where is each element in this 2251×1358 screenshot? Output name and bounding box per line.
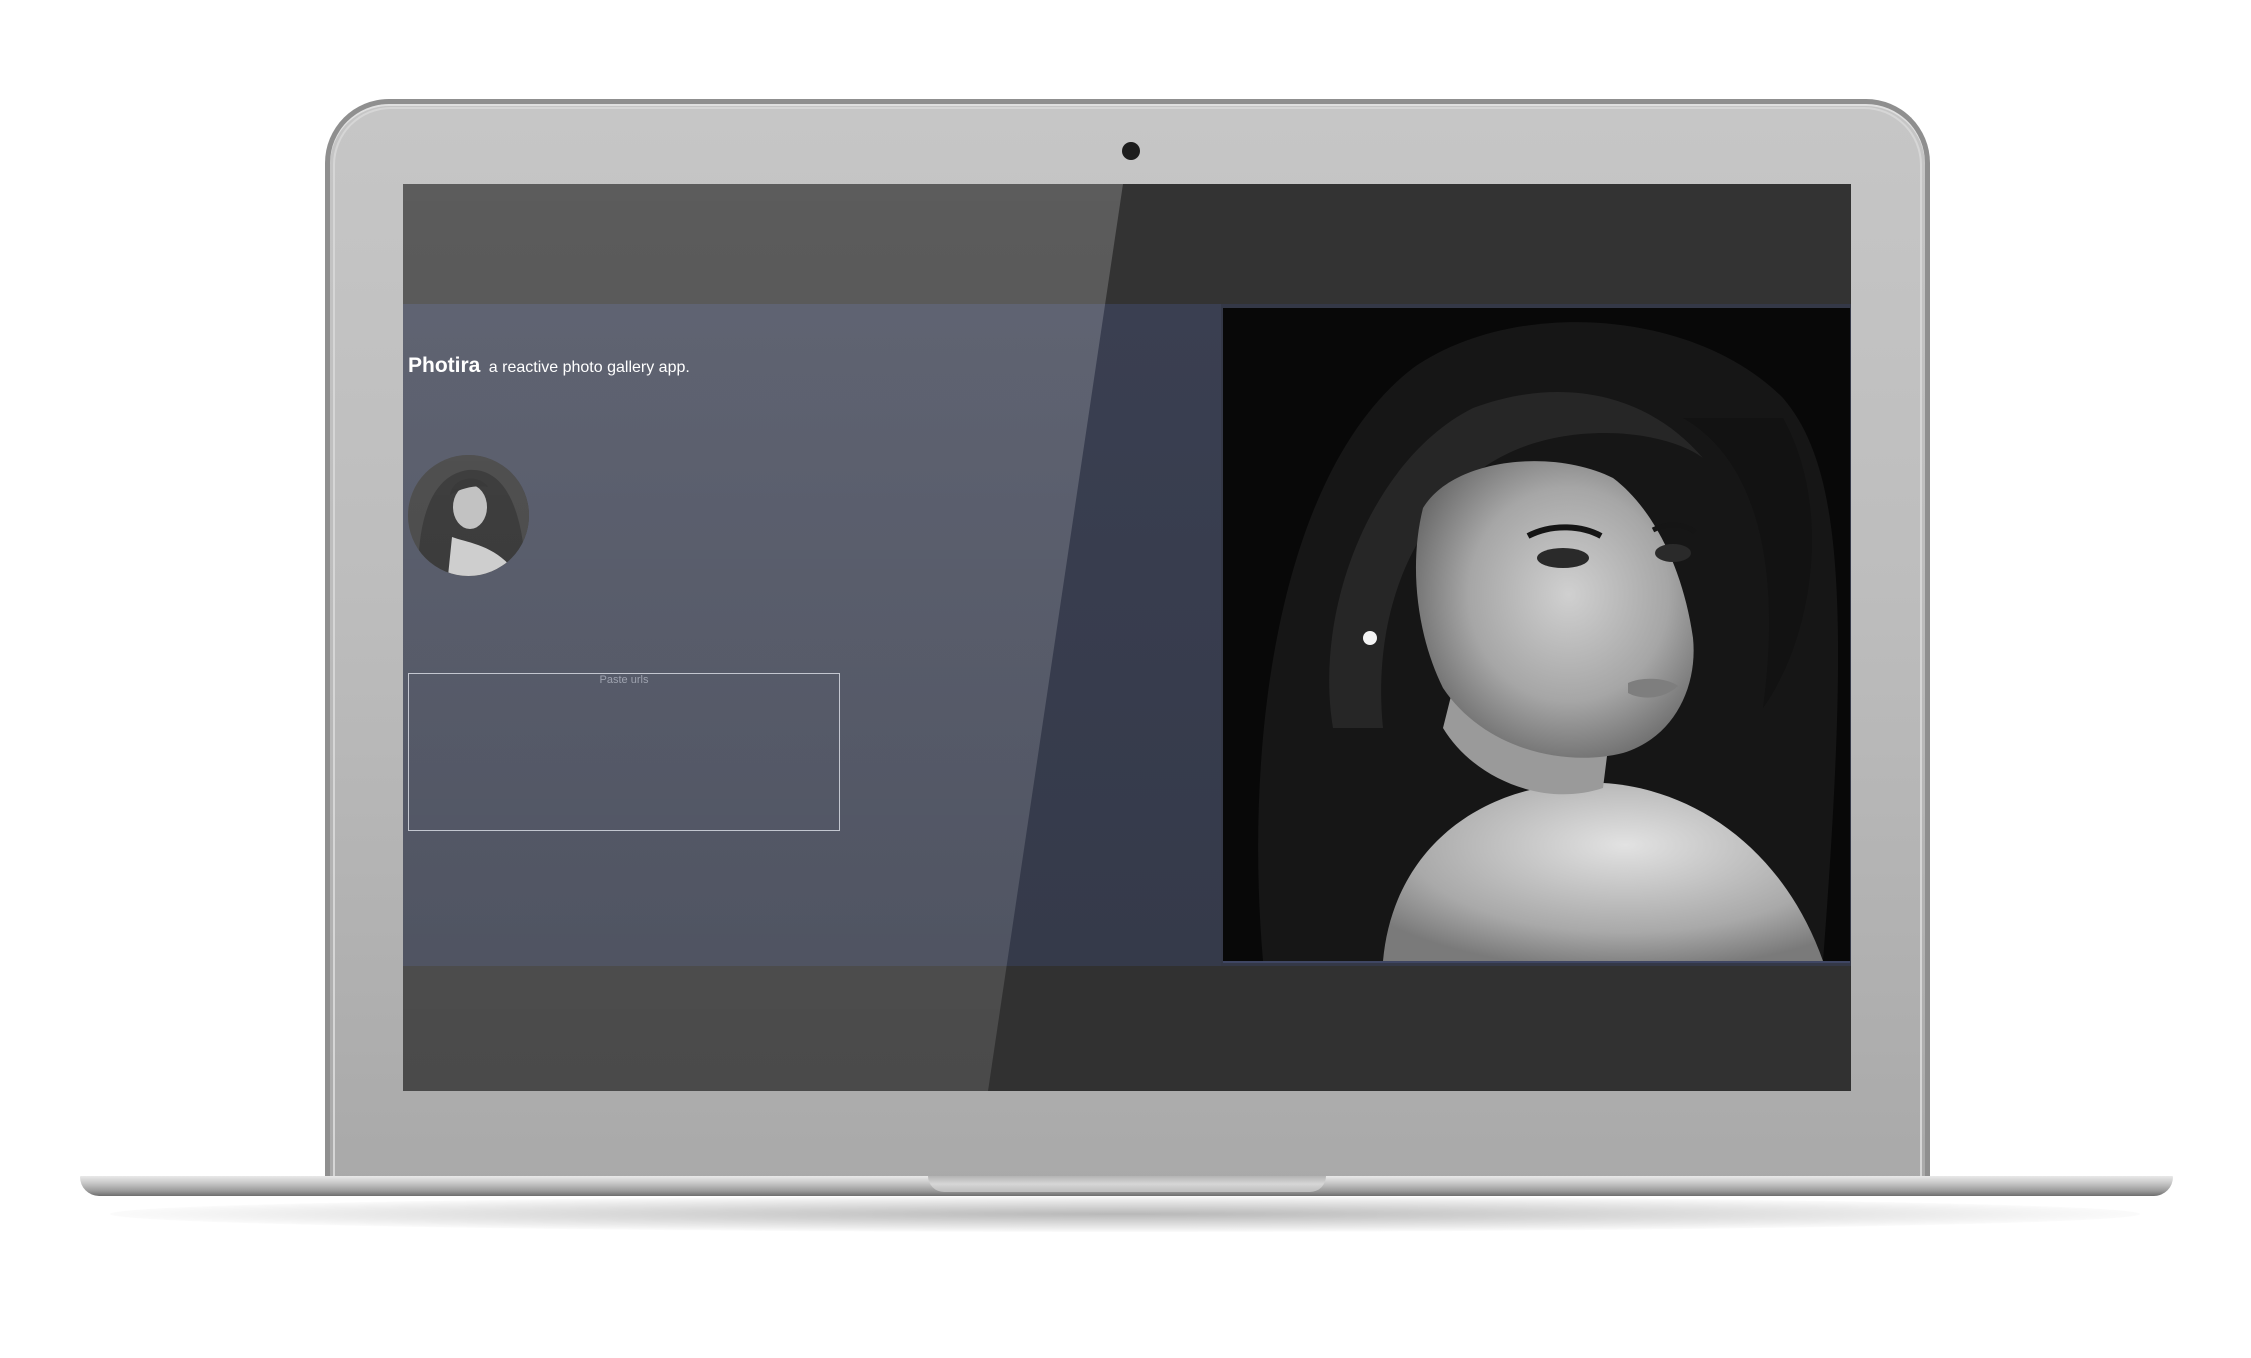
gallery-thumbnail[interactable]: [408, 455, 529, 576]
app-header: Photira a reactive photo gallery app.: [408, 354, 690, 378]
photo-viewer: [1223, 308, 1850, 963]
photira-app: Photira a reactive photo gallery app.: [403, 304, 1851, 966]
webcam-icon: [1122, 142, 1140, 160]
paste-urls-input[interactable]: [408, 673, 840, 831]
thumbnail-image: [408, 455, 529, 576]
screen-top-band: [403, 184, 1851, 304]
laptop-shadow: [110, 1196, 2140, 1232]
app-tagline: a reactive photo gallery app.: [488, 359, 690, 376]
app-brand: Photira: [408, 354, 481, 377]
laptop-hinge-notch: [928, 1176, 1326, 1192]
laptop-screen: Photira a reactive photo gallery app.: [403, 184, 1851, 1091]
gallery-sidebar: Photira a reactive photo gallery app.: [403, 304, 1221, 966]
portrait-photo: [1223, 308, 1850, 961]
laptop-mockup: Photira a reactive photo gallery app.: [0, 0, 2251, 1358]
screen-bottom-band: [403, 966, 1851, 1091]
